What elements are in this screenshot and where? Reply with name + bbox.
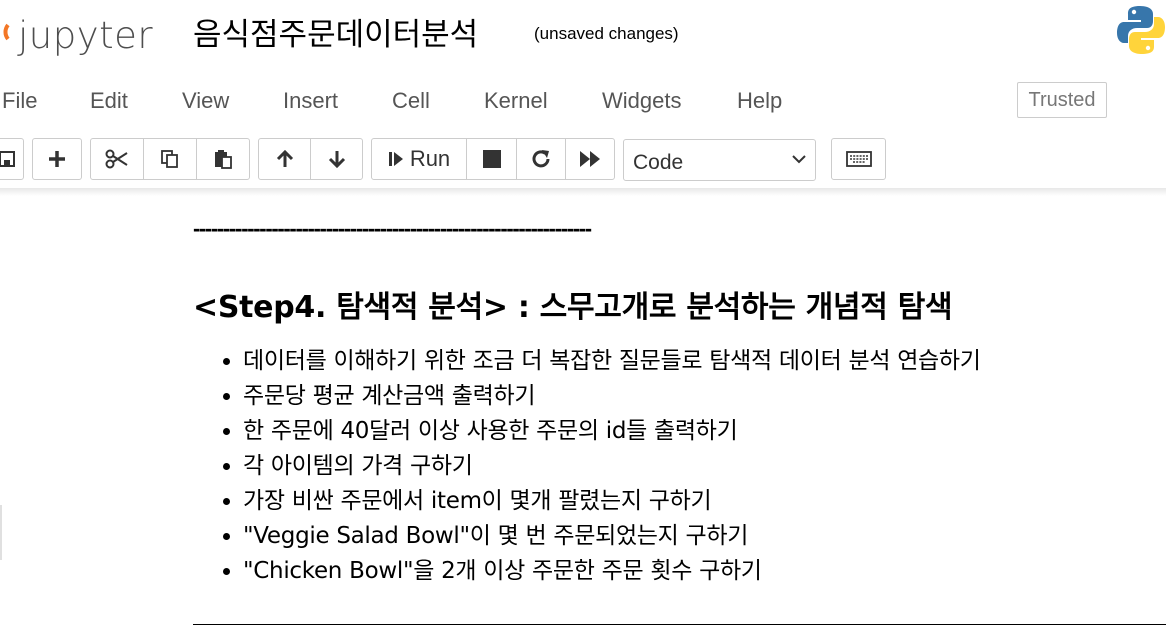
step-heading: <Step4. 탐색적 분석> : 스무고개로 분석하는 개념적 탐색: [193, 290, 953, 325]
header-shadow: [0, 188, 1166, 196]
run-label: Run: [409, 146, 451, 171]
arrow-down-icon: [328, 151, 345, 169]
cell-type-value: Code: [633, 151, 684, 174]
edit-group: [90, 138, 250, 180]
move-down-button[interactable]: [311, 139, 362, 179]
toolbar: Run: [0, 138, 1166, 184]
chevron-down-icon: [792, 155, 806, 164]
restart-icon: [532, 150, 550, 168]
scissors-icon: [105, 149, 128, 169]
notebook-title[interactable]: 음식점주문데이터분석: [193, 9, 478, 54]
run-icon: [388, 152, 403, 166]
list-item: "Veggie Salad Bowl"이 몇 번 주문되었는지 구하기: [243, 519, 981, 554]
interrupt-button[interactable]: [467, 139, 517, 179]
list-item: "Chicken Bowl"을 2개 이상 주문한 주문 횟수 구하기: [243, 554, 981, 589]
stop-icon: [482, 150, 501, 168]
menu-edit[interactable]: Edit: [90, 88, 128, 114]
list-item: 데이터를 이해하기 위한 조금 더 복잡한 질문들로 탐색적 데이터 분석 연습…: [243, 344, 981, 379]
task-list: 데이터를 이해하기 위한 조금 더 복잡한 질문들로 탐색적 데이터 분석 연습…: [195, 344, 981, 589]
run-group: Run: [371, 138, 615, 180]
save-button[interactable]: [0, 139, 23, 179]
command-palette-button[interactable]: [832, 139, 885, 179]
cut-button[interactable]: [91, 139, 144, 179]
menu-widgets[interactable]: Widgets: [602, 88, 681, 114]
menu-cell[interactable]: Cell: [392, 88, 430, 114]
jupyter-logo-text: jupyter: [18, 14, 154, 57]
menu-help[interactable]: Help: [737, 88, 782, 114]
horizontal-rule: [193, 624, 1166, 625]
menubar: File Edit View Insert Cell Kernel Widget…: [0, 70, 1166, 130]
trusted-indicator[interactable]: Trusted: [1017, 82, 1107, 118]
fast-forward-icon: [580, 151, 600, 167]
menu-insert[interactable]: Insert: [283, 88, 338, 114]
move-up-button[interactable]: [259, 139, 311, 179]
paste-icon: [215, 150, 232, 169]
paste-button[interactable]: [197, 139, 249, 179]
keyboard-icon: [845, 151, 872, 167]
list-item: 주문당 평균 계산금액 출력하기: [243, 379, 981, 414]
notebook-header: jupyter 음식점주문데이터분석 (unsaved changes): [0, 0, 1166, 70]
save-status: (unsaved changes): [534, 24, 679, 43]
jupyter-logo[interactable]: jupyter: [0, 8, 178, 58]
list-item: 각 아이템의 가격 구하기: [243, 449, 981, 484]
run-button[interactable]: Run: [372, 139, 467, 179]
insert-group: [32, 138, 82, 180]
save-icon: [0, 151, 15, 167]
jupyter-orbit-icon: [3, 23, 10, 41]
keyboard-group: [831, 138, 886, 180]
menu-file[interactable]: File: [2, 88, 37, 114]
python-logo-icon: [1117, 6, 1165, 54]
menu-view[interactable]: View: [182, 88, 229, 114]
move-group: [258, 138, 363, 180]
insert-cell-button[interactable]: [33, 139, 81, 179]
copy-button[interactable]: [144, 139, 197, 179]
arrow-up-icon: [276, 149, 293, 167]
plus-icon: [49, 151, 65, 167]
save-group: [0, 138, 24, 180]
menu-kernel[interactable]: Kernel: [484, 88, 548, 114]
list-item: 한 주문에 40달러 이상 사용한 주문의 id들 출력하기: [243, 414, 981, 449]
cell-type-select[interactable]: Code: [623, 139, 816, 181]
scroll-edge: [0, 505, 2, 560]
copy-icon: [161, 150, 178, 168]
run-all-button[interactable]: [566, 139, 614, 179]
restart-button[interactable]: [517, 139, 566, 179]
dash-separator: ----------------------------------------…: [193, 216, 592, 241]
list-item: 가장 비싼 주문에서 item이 몇개 팔렸는지 구하기: [243, 484, 981, 519]
